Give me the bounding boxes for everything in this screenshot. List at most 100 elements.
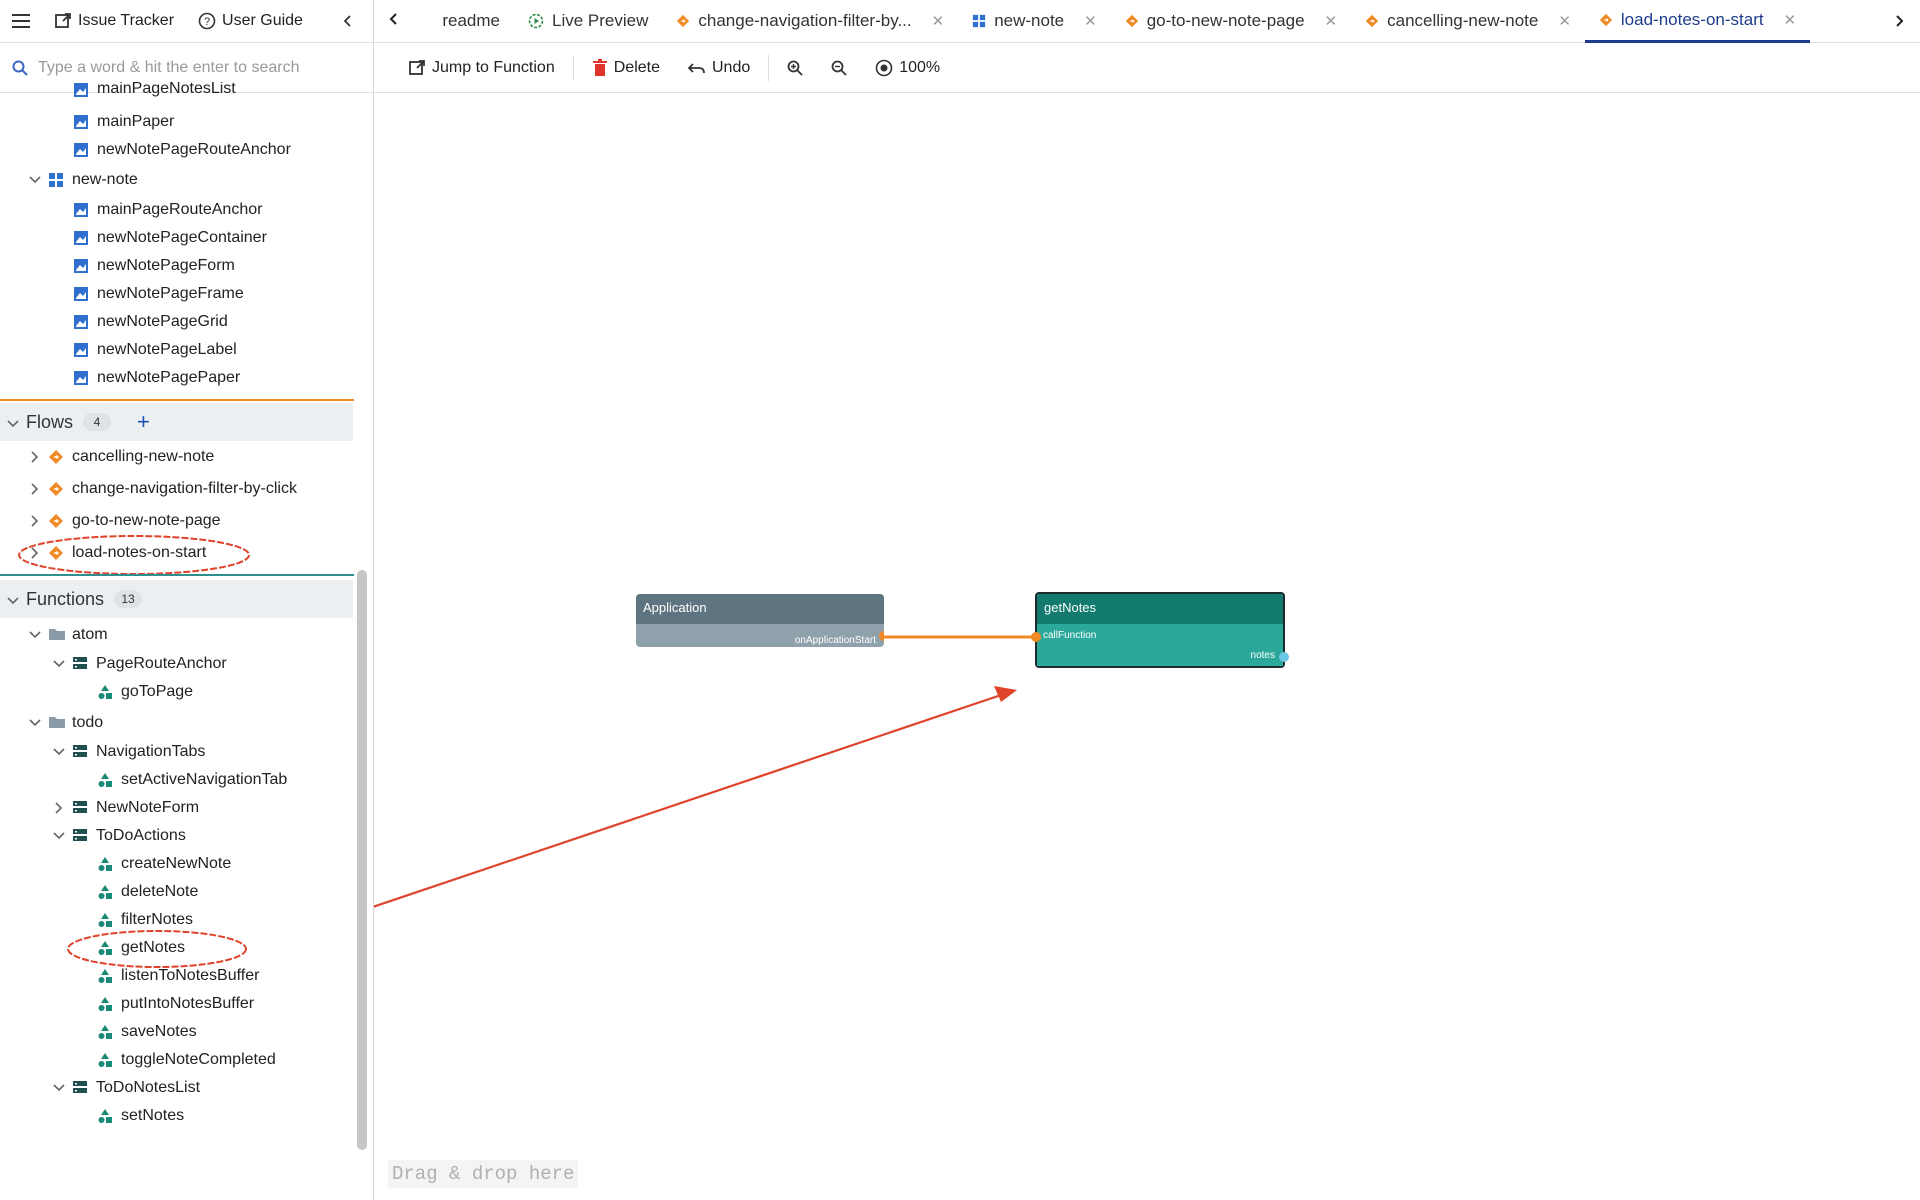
tree-item[interactable]: atom xyxy=(28,623,108,647)
function-item[interactable]: deleteNote xyxy=(97,880,198,904)
chevron-down-icon[interactable] xyxy=(28,173,42,187)
tree-item[interactable]: ToDoActions xyxy=(52,824,186,848)
search-input[interactable] xyxy=(38,58,338,77)
tab-go-to-new-note-page[interactable]: go-to-new-note-page ✕ xyxy=(1111,0,1351,43)
chevron-right-icon[interactable] xyxy=(52,801,66,815)
output-port-dot[interactable] xyxy=(879,631,884,641)
close-tab-icon[interactable]: ✕ xyxy=(1325,12,1338,30)
page-icon xyxy=(48,172,64,188)
tree-item[interactable]: NewNoteForm xyxy=(52,796,199,820)
tab-cancelling-new-note[interactable]: cancelling-new-note ✕ xyxy=(1351,0,1585,43)
application-node[interactable]: Application onApplicationStart xyxy=(636,594,884,647)
tree-item[interactable]: newNotePageGrid xyxy=(73,310,228,334)
tree-item[interactable]: newNotePagePaper xyxy=(73,366,240,390)
tree-item[interactable]: newNotePageForm xyxy=(73,254,235,278)
tree-item[interactable]: todo xyxy=(28,711,103,735)
input-port-dot[interactable] xyxy=(1031,632,1041,642)
collapse-sidebar-icon[interactable] xyxy=(341,14,355,28)
flows-count-badge: 4 xyxy=(83,413,112,431)
chevron-down-icon[interactable] xyxy=(28,716,42,730)
tree-item-label: setNotes xyxy=(121,1107,185,1124)
undo-button[interactable]: Undo xyxy=(674,52,764,84)
tree-item[interactable]: goToPage xyxy=(97,680,193,704)
delete-button[interactable]: Delete xyxy=(578,52,674,84)
function-item[interactable]: saveNotes xyxy=(97,1020,197,1044)
tree-item[interactable]: setActiveNavigationTab xyxy=(97,768,287,792)
tree-item[interactable]: newNotePageFrame xyxy=(73,282,244,306)
tabs-scroll-left-icon[interactable] xyxy=(374,12,414,31)
chevron-down-icon[interactable] xyxy=(52,829,66,843)
tab-new-note[interactable]: new-note ✕ xyxy=(958,0,1111,43)
menu-icon[interactable] xyxy=(12,14,30,28)
function-item[interactable]: createNewNote xyxy=(97,852,231,876)
notes-port[interactable]: notes xyxy=(1251,650,1275,661)
main-area: readme Live Preview change-navigation-filt… xyxy=(374,0,1920,1200)
tree-item[interactable]: NavigationTabs xyxy=(52,740,205,764)
jump-to-function-button[interactable]: Jump to Function xyxy=(394,52,569,84)
tab-change-navigation-filter-by[interactable]: change-navigation-filter-by... ✕ xyxy=(662,0,958,43)
chevron-right-icon[interactable] xyxy=(28,482,42,496)
flow-item[interactable]: cancelling-new-note xyxy=(28,445,214,469)
issue-tracker-label: Issue Tracker xyxy=(78,12,175,29)
flows-section-header[interactable]: Flows 4 + xyxy=(0,403,353,441)
issue-tracker-link[interactable]: Issue Tracker xyxy=(54,12,174,30)
tree-item-label: PageRouteAnchor xyxy=(96,655,227,672)
function-item[interactable]: getNotes xyxy=(97,936,185,960)
chevron-right-icon[interactable] xyxy=(28,514,42,528)
tree-item[interactable]: ToDoNotesList xyxy=(52,1076,200,1100)
zoom-out-button[interactable] xyxy=(817,52,861,84)
flow-canvas[interactable]: Application onApplicationStart getNotes … xyxy=(374,94,1920,1200)
chevron-down-icon[interactable] xyxy=(6,592,20,606)
chevron-down-icon[interactable] xyxy=(6,415,20,429)
on-application-start-port[interactable]: onApplicationStart xyxy=(795,635,876,646)
tree-item-label: newNotePageRouteAnchor xyxy=(97,141,291,158)
function-item[interactable]: filterNotes xyxy=(97,908,193,932)
close-tab-icon[interactable]: ✕ xyxy=(1784,11,1797,29)
tree-item[interactable]: mainPageRouteAnchor xyxy=(73,198,262,222)
tree-item[interactable]: newNotePageRouteAnchor xyxy=(73,138,291,162)
flow-item[interactable]: load-notes-on-start xyxy=(28,541,206,565)
function-item[interactable]: listenToNotesBuffer xyxy=(97,964,259,988)
functions-section-header[interactable]: Functions 13 xyxy=(0,580,353,618)
zoom-in-button[interactable] xyxy=(773,52,817,84)
tree-item-label: saveNotes xyxy=(121,1023,197,1040)
tab-live-preview[interactable]: Live Preview xyxy=(514,0,662,43)
flow-item[interactable]: go-to-new-note-page xyxy=(28,509,221,533)
toolbar: Jump to Function Delete Undo 100% xyxy=(374,43,1920,93)
zoom-reset-button[interactable]: 100% xyxy=(861,52,954,84)
chevron-down-icon[interactable] xyxy=(52,657,66,671)
chevron-down-icon[interactable] xyxy=(52,1081,66,1095)
function-item[interactable]: putIntoNotesBuffer xyxy=(97,992,254,1016)
chevron-down-icon[interactable] xyxy=(52,745,66,759)
page-icon xyxy=(972,14,986,28)
close-tab-icon[interactable]: ✕ xyxy=(1084,12,1097,30)
user-guide-link[interactable]: ? User Guide xyxy=(198,12,303,30)
tree-item-new-note[interactable]: new-note xyxy=(28,168,138,192)
sidebar-scrollbar[interactable] xyxy=(357,570,367,1150)
close-tab-icon[interactable]: ✕ xyxy=(932,12,945,30)
chevron-right-icon[interactable] xyxy=(28,450,42,464)
get-notes-node[interactable]: getNotes callFunction notes xyxy=(1031,592,1289,668)
user-guide-label: User Guide xyxy=(222,12,303,29)
call-function-port[interactable]: callFunction xyxy=(1043,630,1096,641)
tree-item[interactable]: mainPageNotesList xyxy=(73,82,236,98)
function-item[interactable]: toggleNoteCompleted xyxy=(97,1048,276,1072)
tab-readme[interactable]: readme xyxy=(414,0,514,43)
tabs-scroll-right-icon[interactable] xyxy=(1892,14,1906,28)
tree-item[interactable]: PageRouteAnchor xyxy=(52,652,227,676)
add-flow-button[interactable]: + xyxy=(137,411,150,433)
drop-zone-hint[interactable]: Drag & drop here xyxy=(388,1160,579,1188)
chevron-down-icon[interactable] xyxy=(28,628,42,642)
tree-item[interactable]: newNotePageLabel xyxy=(73,338,237,362)
chevron-right-icon[interactable] xyxy=(28,546,42,560)
zoom-in-icon xyxy=(787,60,803,76)
tree-item-label: ToDoActions xyxy=(96,827,186,844)
notes-port-dot[interactable] xyxy=(1279,652,1289,662)
flow-item[interactable]: change-navigation-filter-by-click xyxy=(28,477,297,501)
tree-item[interactable]: newNotePageContainer xyxy=(73,226,267,250)
close-tab-icon[interactable]: ✕ xyxy=(1558,12,1571,30)
tab-load-notes-on-start[interactable]: load-notes-on-start ✕ xyxy=(1584,0,1811,43)
tree-item[interactable]: mainPaper xyxy=(73,110,174,134)
function-item[interactable]: setNotes xyxy=(97,1104,184,1128)
flow-icon xyxy=(48,449,64,465)
